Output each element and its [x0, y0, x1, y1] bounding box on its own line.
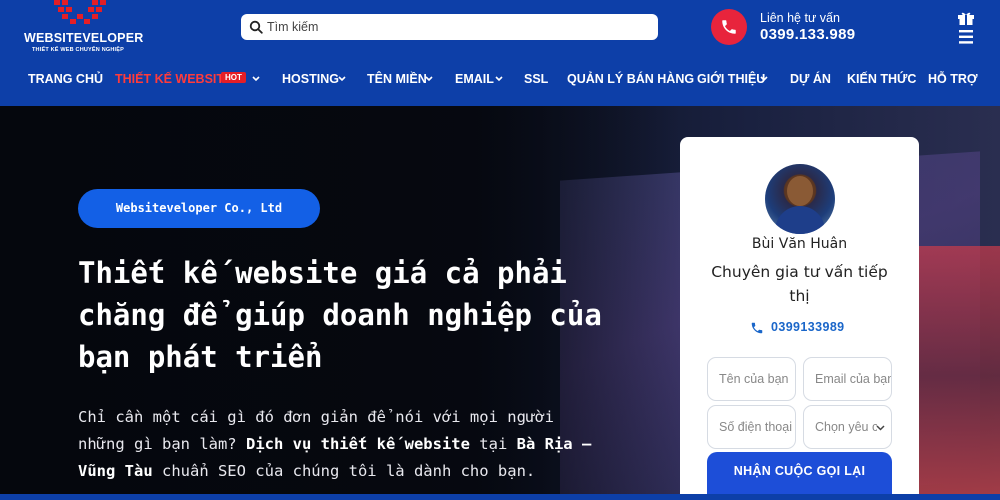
nav-domain[interactable]: TÊN MIỀN	[367, 72, 427, 86]
chevron-down-icon	[338, 76, 346, 82]
consultant-phone: 0399133989	[771, 320, 845, 334]
chevron-down-icon	[252, 76, 260, 82]
hot-badge: HOT	[221, 72, 246, 83]
nav-email[interactable]: EMAIL	[455, 72, 494, 86]
logo-tagline: THIẾT KẾ WEB CHUYÊN NGHIỆP	[32, 47, 124, 53]
hero-background-mockup-side	[915, 246, 1000, 500]
phone-icon	[751, 322, 763, 334]
nav-projects[interactable]: DỰ ÁN	[790, 72, 831, 86]
nav-sales-management[interactable]: QUẢN LÝ BÁN HÀNG	[567, 72, 694, 86]
bottom-bar	[0, 494, 1000, 500]
nav-home[interactable]: TRANG CHỦ	[28, 72, 103, 86]
chevron-down-icon	[425, 76, 433, 82]
name-field[interactable]	[707, 357, 796, 401]
phone-field[interactable]	[707, 405, 796, 449]
logo-text: WEBSITEVELOPER	[24, 31, 144, 45]
company-pill: Websiteveloper Co., Ltd	[78, 189, 320, 228]
desc-text: tại	[469, 435, 517, 453]
nav-about[interactable]: GIỚI THIỆU	[697, 72, 765, 86]
consultant-name: Bùi Văn Huân	[751, 236, 848, 252]
nav-ssl[interactable]: SSL	[524, 72, 548, 86]
search-icon[interactable]	[249, 20, 263, 34]
consultant-role: Chuyên gia tư vấn tiếp thị	[711, 263, 888, 305]
phone-icon	[711, 9, 747, 45]
chevron-down-icon	[495, 76, 503, 82]
search-input[interactable]	[267, 17, 647, 37]
email-field[interactable]	[803, 357, 892, 401]
nav-knowledge[interactable]: KIẾN THỨC	[847, 72, 916, 86]
search-box	[241, 14, 658, 40]
hamburger-menu-icon[interactable]	[959, 30, 973, 44]
avatar	[765, 164, 835, 234]
request-select[interactable]: Chọn yêu cầu	[803, 405, 892, 449]
desc-link-service[interactable]: Dịch vụ thiết kế website	[246, 435, 470, 453]
contact-label: Liên hệ tư vấn	[760, 11, 840, 25]
request-select-value: Chọn yêu cầu	[815, 420, 877, 434]
logo-mark-icon	[54, 0, 106, 24]
hero-description: Chỉ cần một cái gì đó đơn giản để nói vớ…	[78, 404, 608, 485]
site-header: WEBSITEVELOPER THIẾT KẾ WEB CHUYÊN NGHIỆ…	[0, 0, 1000, 106]
request-callback-button[interactable]: NHẬN CUỘC GỌI LẠI	[707, 452, 892, 500]
nav-web-design[interactable]: THIẾT KẾ WEBSITE	[115, 72, 232, 86]
nav-support[interactable]: HỖ TRỢ	[928, 72, 978, 86]
gift-icon[interactable]	[957, 11, 975, 25]
chevron-down-icon	[760, 76, 768, 82]
desc-text: chuẩn SEO của chúng tôi là dành cho bạn.	[152, 462, 536, 480]
contact-phone[interactable]: 0399.133.989	[760, 26, 855, 43]
chevron-down-icon	[876, 425, 885, 431]
main-nav: TRANG CHỦ THIẾT KẾ WEBSITE HOT HOSTING T…	[0, 68, 1000, 92]
nav-hosting[interactable]: HOSTING	[282, 72, 339, 86]
site-logo[interactable]: WEBSITEVELOPER THIẾT KẾ WEB CHUYÊN NGHIỆ…	[20, 0, 144, 60]
hero-title: Thiết kế website giá cả phải chăng để gi…	[78, 256, 602, 374]
callback-form-card: Bùi Văn Huân Chuyên gia tư vấn tiếp thị …	[680, 137, 919, 500]
